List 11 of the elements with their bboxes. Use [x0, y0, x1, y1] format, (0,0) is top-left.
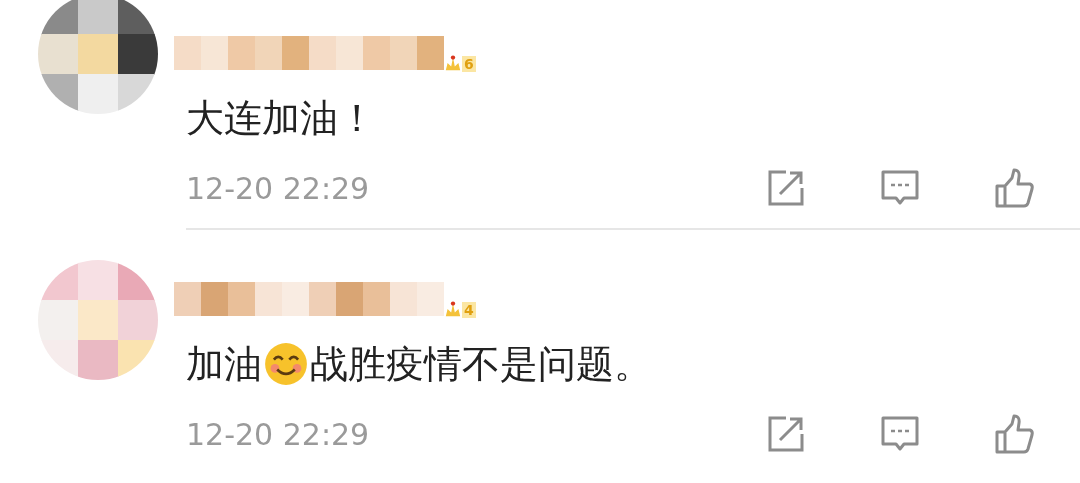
level-badge: 4: [444, 300, 476, 318]
thumbs-up-icon[interactable]: [994, 168, 1034, 208]
share-icon[interactable]: [766, 168, 806, 208]
smiley-icon: [264, 342, 308, 386]
timestamp: 12-20 22:29: [186, 416, 370, 452]
timestamp: 12-20 22:29: [186, 170, 370, 206]
comment-text: 大连加油！: [186, 95, 377, 142]
share-icon[interactable]: [766, 414, 806, 454]
thumbs-up-icon[interactable]: [994, 414, 1034, 454]
comment-text: 加油 战胜疫情不是问题。: [186, 341, 653, 388]
level-badge: 6: [444, 54, 476, 72]
